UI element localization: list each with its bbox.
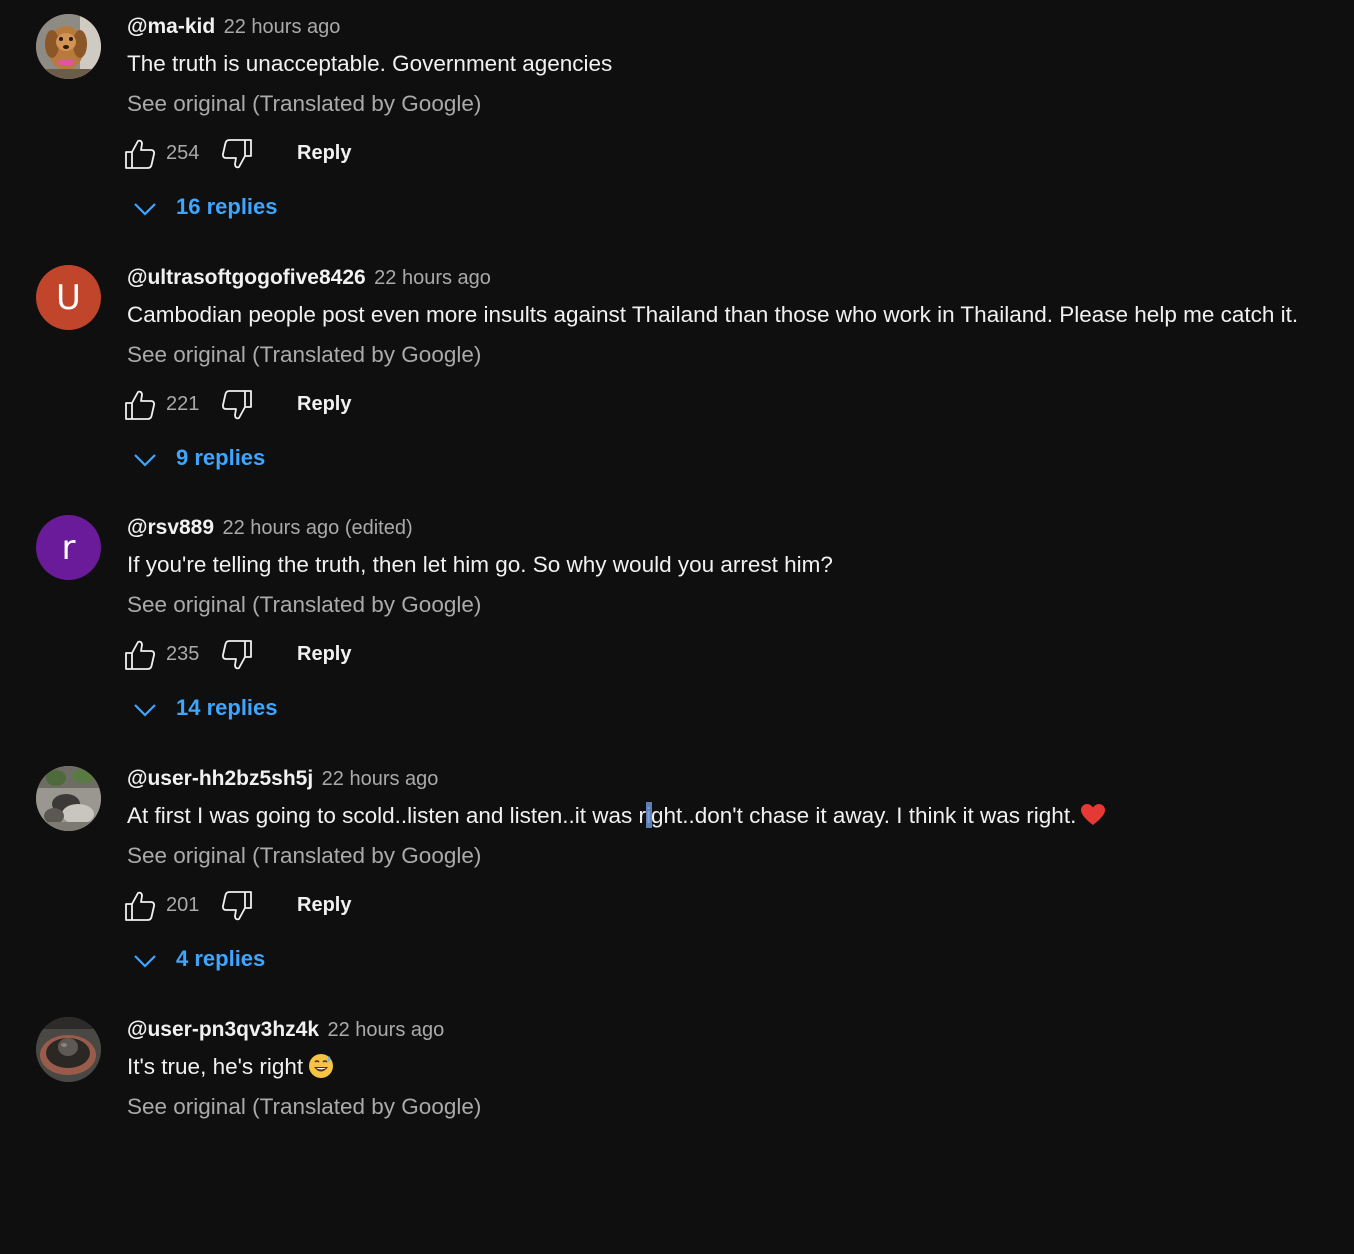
comment-author[interactable]: @user-pn3qv3hz4k [127,1018,319,1041]
thumbs-down-icon[interactable] [221,138,253,170]
comment-text: It's true, he's right [127,1054,335,1082]
comment-thread: r @rsv889 22 hours ago (edited) If you'r… [0,501,1354,752]
like-count: 235 [166,643,200,665]
comment-author[interactable]: @ultrasoftgogofive8426 [127,266,366,289]
comment-actions: 201 Reply [124,890,524,922]
chevron-down-icon [134,704,156,717]
see-original-link[interactable]: See original (Translated by Google) [127,1094,481,1120]
thumbs-down-icon[interactable] [221,890,253,922]
comment-header: @rsv889 22 hours ago (edited) [127,516,413,540]
comment-header: @user-hh2bz5sh5j 22 hours ago [127,767,438,791]
chevron-down-icon [134,454,156,467]
comment-header: @ultrasoftgogofive8426 22 hours ago [127,266,491,290]
thumbs-down-icon[interactable] [221,639,253,671]
chevron-down-icon [134,203,156,216]
comment-timestamp[interactable]: 22 hours ago [224,16,341,38]
user-avatar[interactable] [36,766,101,831]
user-avatar[interactable] [36,1017,101,1082]
avatar-letter: U [56,277,81,318]
like-count: 201 [166,894,200,916]
text-cursor [645,802,652,829]
thumbs-up-icon[interactable] [124,639,156,671]
thumbs-down-icon[interactable] [221,389,253,421]
person-photo-avatar [36,766,101,831]
thumbs-up-icon[interactable] [124,138,156,170]
heart-emoji [1081,804,1106,826]
comment-actions: 235 Reply [124,639,524,671]
user-avatar[interactable] [36,14,101,79]
comment-timestamp[interactable]: 22 hours ago [328,1019,445,1041]
comment-text: At first I was going to scold..listen an… [127,802,1106,830]
comment-header: @user-pn3qv3hz4k 22 hours ago [127,1018,444,1042]
thumbs-up-icon[interactable] [124,890,156,922]
user-avatar[interactable]: U [36,265,101,330]
user-avatar[interactable]: r [36,515,101,580]
avatar-letter: r [61,527,76,568]
comment-author[interactable]: @rsv889 [127,516,214,539]
comment-actions: 221 Reply [124,389,524,421]
comment-text: The truth is unacceptable. Government ag… [127,51,613,76]
comment-author[interactable]: @user-hh2bz5sh5j [127,767,313,790]
bowl-photo-avatar [36,1017,101,1082]
comment-timestamp[interactable]: 22 hours ago [374,267,491,289]
comment-text: If you're telling the truth, then let hi… [127,552,833,577]
replies-count-label: 9 replies [176,445,266,470]
thumbs-up-icon[interactable] [124,389,156,421]
comment-thread: @user-hh2bz5sh5j 22 hours ago At first I… [0,752,1354,1003]
see-original-link[interactable]: See original (Translated by Google) [127,342,481,368]
see-original-link[interactable]: See original (Translated by Google) [127,843,481,869]
dog-photo-avatar [36,14,101,79]
comment-thread: U @ultrasoftgogofive8426 22 hours ago Ca… [0,251,1354,502]
comment-actions: 254 Reply [124,138,524,170]
reply-button[interactable]: Reply [297,142,351,165]
replies-count-label: 14 replies [176,695,278,720]
comment-text: Cambodian people post even more insults … [127,302,1299,327]
comment-header: @ma-kid 22 hours ago [127,15,340,39]
comment-text-part: ight..don't chase it away. I think it wa… [645,803,1077,828]
comment-timestamp[interactable]: 22 hours ago [322,768,439,790]
like-count: 221 [166,393,200,415]
reply-button[interactable]: Reply [297,393,351,416]
comment-text-part: At first I was going to scold..listen an… [127,803,646,828]
reply-button[interactable]: Reply [297,894,351,917]
grinning-sweat-emoji [309,1054,334,1079]
replies-count-label: 16 replies [176,194,278,219]
comment-text-part: It's true, he's right [127,1054,304,1079]
see-original-link[interactable]: See original (Translated by Google) [127,592,481,618]
comment-thread: @user-pn3qv3hz4k 22 hours ago It's true,… [0,1003,1354,1254]
comment-author[interactable]: @ma-kid [127,15,215,38]
replies-count-label: 4 replies [176,946,266,971]
comment-thread: @ma-kid 22 hours ago The truth is unacce… [0,0,1354,251]
reply-button[interactable]: Reply [297,643,351,666]
comment-timestamp[interactable]: 22 hours ago (edited) [223,517,413,539]
see-original-link[interactable]: See original (Translated by Google) [127,91,481,117]
like-count: 254 [166,142,200,164]
chevron-down-icon [134,955,156,968]
